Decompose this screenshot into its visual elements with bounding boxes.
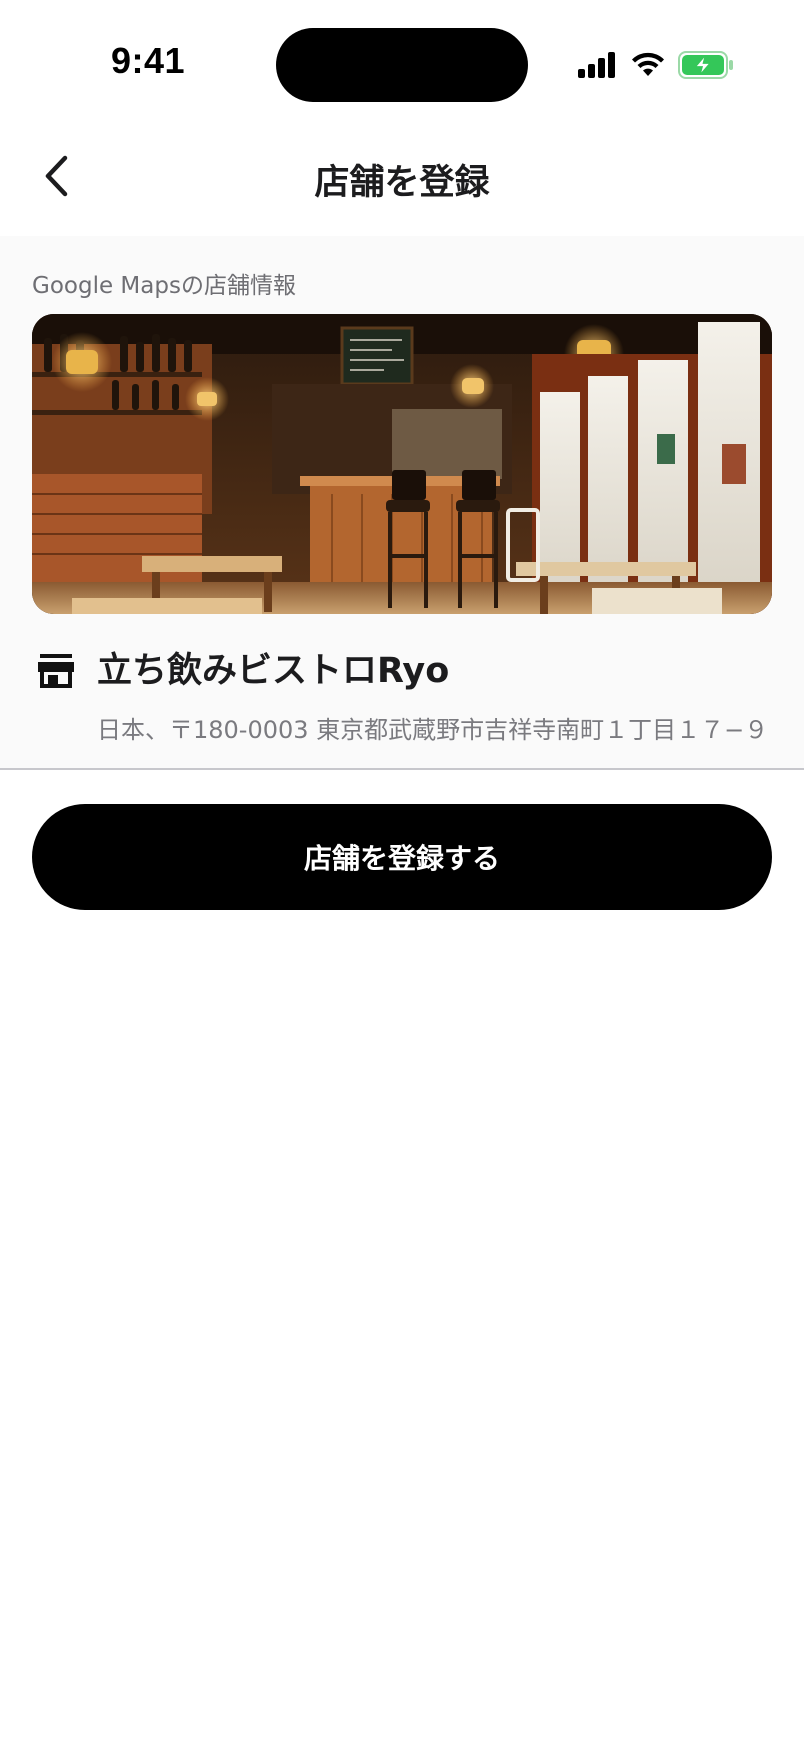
- storefront-icon: [38, 654, 74, 688]
- store-photo: [32, 314, 772, 614]
- page-title: 店舗を登録: [314, 163, 490, 203]
- screen: 9:41 店舗を登録 Google Mapsの店舗情報 立ち飲みビストロRyo …: [0, 0, 804, 1748]
- maps-store-info-section: Google Mapsの店舗情報 立ち飲みビストロRyo 日本、〒180-000…: [0, 236, 804, 770]
- battery-charging-icon: [678, 51, 733, 79]
- store-address: 日本、〒180-0003 東京都武蔵野市吉祥寺南町１丁目１７−９: [97, 716, 769, 744]
- dynamic-island: [276, 28, 528, 102]
- status-bar: 9:41: [0, 0, 804, 118]
- status-time: 9:41: [110, 40, 186, 81]
- signal-icon: [578, 52, 615, 78]
- nav-bar: 店舗を登録: [0, 118, 804, 236]
- store-name: 立ち飲みビストロRyo: [97, 651, 450, 691]
- register-store-button[interactable]: 店舗を登録する: [32, 804, 772, 910]
- wifi-icon: [632, 52, 664, 76]
- section-label: Google Mapsの店舗情報: [32, 273, 296, 299]
- status-icons: [578, 50, 734, 80]
- store-row: 立ち飲みビストロRyo 日本、〒180-0003 東京都武蔵野市吉祥寺南町１丁目…: [32, 628, 772, 748]
